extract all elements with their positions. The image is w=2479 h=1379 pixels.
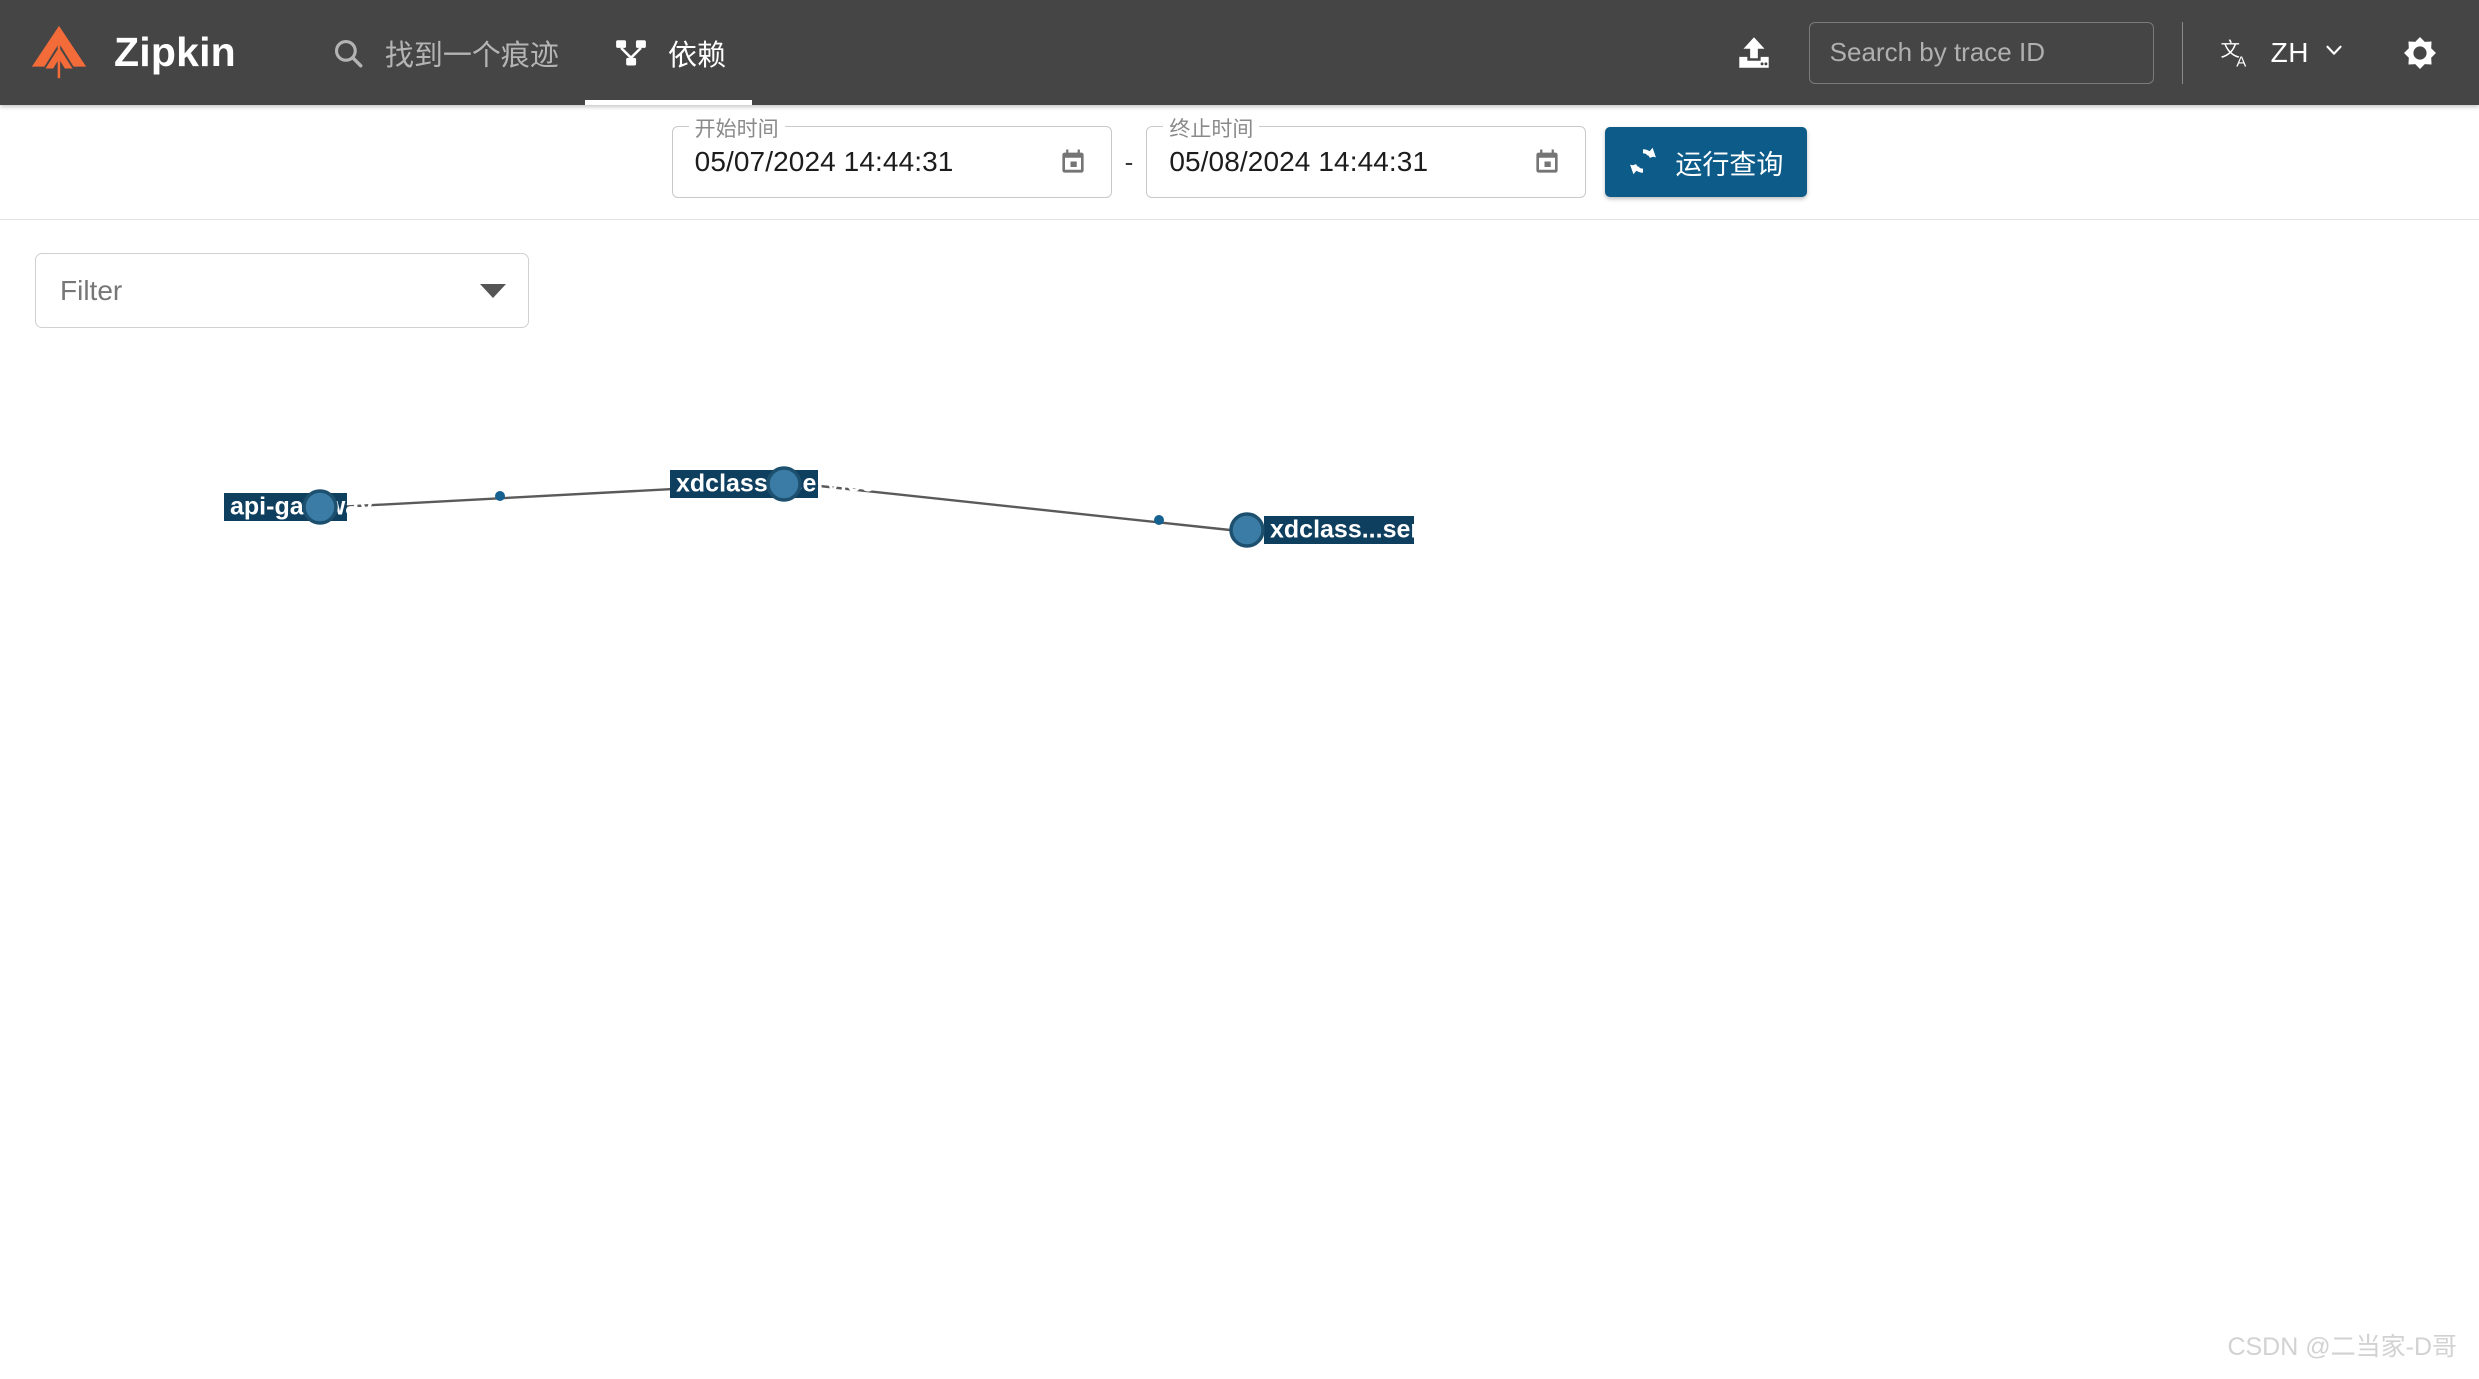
- tab-find-a-trace[interactable]: 找到一个痕迹: [302, 0, 585, 105]
- nav-tabs: 找到一个痕迹 依赖: [302, 0, 752, 105]
- node-label: xdclass...service: [1270, 516, 1469, 544]
- end-time-input[interactable]: [1167, 145, 1526, 179]
- node-circle[interactable]: [1229, 512, 1265, 548]
- translate-icon: 文 A: [2215, 31, 2259, 75]
- appbar-divider: [2181, 21, 2183, 84]
- start-time-field[interactable]: 开始时间: [671, 113, 1112, 198]
- search-input[interactable]: [1808, 21, 2154, 84]
- filter-select[interactable]: Filter: [35, 253, 529, 328]
- calendar-icon[interactable]: [1051, 140, 1095, 184]
- calendar-icon[interactable]: [1525, 140, 1569, 184]
- language-selector[interactable]: 文 A ZH: [2209, 25, 2353, 81]
- start-time-legend: 开始时间: [688, 113, 785, 143]
- filter-row: Filter: [35, 253, 529, 328]
- tab-find-a-trace-label: 找到一个痕迹: [384, 39, 559, 72]
- tab-dependencies[interactable]: 依赖: [584, 0, 752, 105]
- graph-node-xdclass-svc-1[interactable]: xdclass...service: [670, 466, 875, 502]
- search-icon: [328, 33, 368, 73]
- svg-text:A: A: [2236, 53, 2246, 70]
- start-time-input[interactable]: [692, 145, 1051, 179]
- filter-placeholder: Filter: [60, 274, 123, 306]
- app-bar: Zipkin 找到一个痕迹 依赖 Search by trace ID 文 A …: [0, 0, 2479, 105]
- upload-icon[interactable]: [1723, 22, 1785, 84]
- gear-icon[interactable]: [2389, 22, 2451, 84]
- date-range-separator: -: [1124, 146, 1134, 177]
- refresh-icon: [1625, 143, 1661, 182]
- graph-node-api-gateway[interactable]: api-gateway: [224, 489, 373, 525]
- dependency-graph[interactable]: api-gateway xdclass...service xdclass...…: [0, 360, 2479, 1379]
- brand-title: Zipkin: [114, 29, 236, 75]
- node-circle[interactable]: [302, 489, 338, 525]
- tab-dependencies-label: 依赖: [667, 39, 726, 72]
- chevron-down-icon[interactable]: [480, 283, 506, 298]
- appbar-right-actions: 文 A ZH: [1723, 21, 2451, 84]
- edge-particle: [495, 491, 505, 501]
- graph-node-xdclass-svc-2[interactable]: xdclass...service: [1229, 512, 1469, 548]
- query-bar: 开始时间 - 终止时间: [0, 105, 2479, 220]
- run-query-label: 运行查询: [1675, 149, 1784, 180]
- language-code: ZH: [2270, 36, 2309, 68]
- end-time-field[interactable]: 终止时间: [1146, 113, 1587, 198]
- run-query-button[interactable]: 运行查询: [1605, 127, 1808, 197]
- dependency-tree-icon: [611, 33, 651, 73]
- watermark: CSDN @二当家-D哥: [2227, 1333, 2457, 1361]
- edge-particle: [1154, 515, 1164, 525]
- end-time-legend: 终止时间: [1163, 113, 1260, 143]
- node-circle[interactable]: [766, 466, 802, 502]
- chevron-down-icon: [2321, 37, 2347, 68]
- zipkin-arrow-logo-icon[interactable]: [22, 16, 96, 90]
- node-label: api-gateway: [230, 493, 373, 521]
